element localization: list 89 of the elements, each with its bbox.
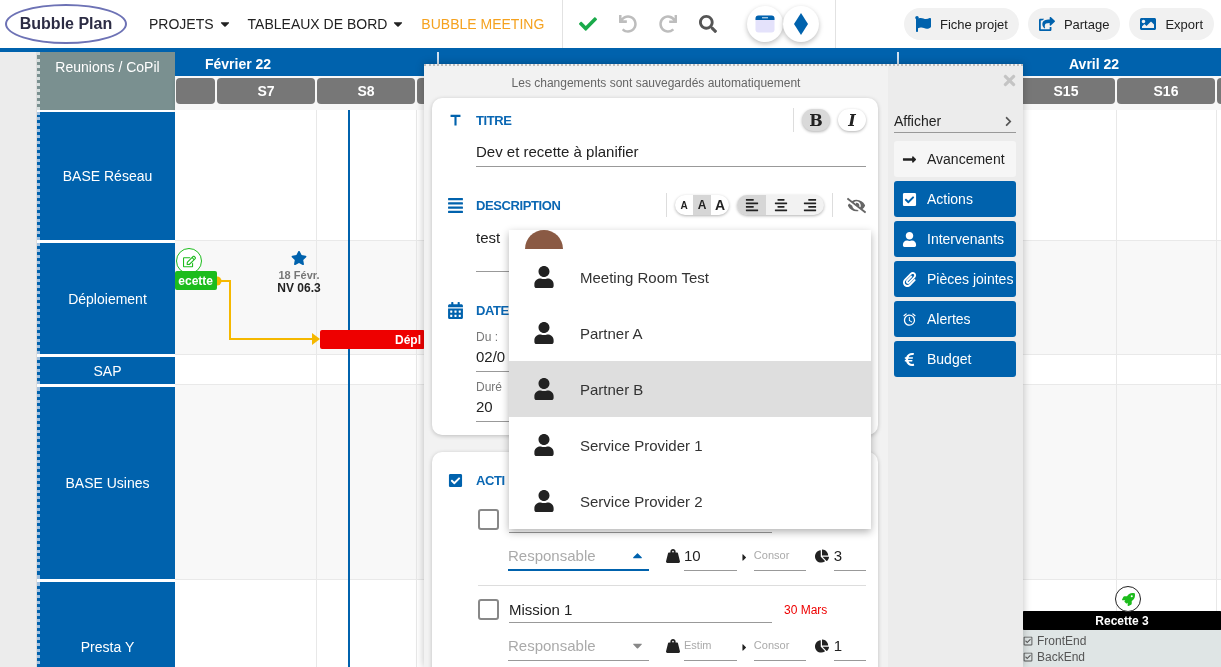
view-toggle-button[interactable] [747, 6, 784, 42]
title-field[interactable]: Dev et recette à planifier [476, 140, 866, 167]
section-heading: ACTI [476, 472, 505, 488]
person-icon [533, 490, 555, 512]
flag-icon [914, 16, 931, 32]
dropdown-option[interactable]: Partner B [509, 361, 871, 417]
autosave-notice: Les changements sont sauvegardés automatiquement [510, 75, 802, 92]
paperclip-icon [902, 271, 917, 287]
euro-icon [902, 351, 917, 367]
app-logo[interactable]: Bubble Plan [5, 4, 127, 44]
section-toggle-button[interactable]: Avancement [894, 141, 1016, 177]
week-header: S8 [317, 78, 415, 104]
row-label: Déploiement [37, 243, 175, 354]
dropdown-option[interactable]: Service Provider 2 [509, 473, 871, 529]
row-label: Presta Y [37, 582, 175, 667]
row-label: BASE Réseau [37, 112, 175, 240]
field-label: Du : [476, 330, 498, 344]
align-left-icon [744, 198, 759, 212]
progress-field[interactable]: 1 [833, 630, 866, 661]
eye-slash-icon[interactable] [847, 195, 866, 215]
person-icon [533, 266, 555, 288]
subtask-label: BackEnd [1037, 650, 1086, 664]
section-toggle-button[interactable]: Pièces jointes [894, 261, 1016, 297]
month-label: Février 22 [205, 56, 272, 72]
font-size-button[interactable]: A [711, 195, 729, 215]
search-icon[interactable] [699, 15, 718, 33]
person-icon [533, 378, 555, 400]
milestone-label: NV 06.3 [277, 281, 321, 295]
dropdown-option[interactable]: Service Provider 1 [509, 417, 871, 473]
toolbar-button[interactable]: Export [1129, 8, 1214, 40]
milestone-date: 18 Févr. [278, 269, 320, 281]
align-right-icon [802, 198, 817, 212]
row-label: SAP [37, 357, 175, 384]
calendar-window-icon [755, 15, 776, 33]
checkbox[interactable] [478, 509, 499, 530]
task-bar[interactable]: Recette 3 [1022, 611, 1221, 630]
share-icon [1038, 16, 1055, 32]
align-button[interactable] [737, 195, 766, 215]
progress-field[interactable]: 3 [833, 540, 866, 571]
nav-menu-item[interactable]: PROJETS [149, 16, 232, 32]
group-header: Reunions / CoPil [37, 52, 175, 110]
task-bar[interactable]: Dépl [320, 330, 425, 349]
section-heading: DESCRIPTION [476, 197, 561, 213]
weight-icon [666, 639, 680, 653]
week-header: S16 [1117, 78, 1215, 104]
row-label: BASE Usines [37, 387, 175, 579]
section-heading: TITRE [476, 112, 512, 128]
view-toggle-button[interactable] [783, 6, 820, 42]
week-header: S7 [217, 78, 315, 104]
calendar-icon [447, 301, 464, 319]
section-toggle-button[interactable]: Budget [894, 341, 1016, 377]
align-center-icon [773, 198, 788, 212]
pie-chart-icon [814, 549, 829, 563]
week-header [176, 78, 215, 104]
toolbar-button[interactable]: Partage [1027, 8, 1121, 40]
checkbox[interactable] [478, 599, 499, 620]
person-icon [533, 322, 555, 344]
section-toggle-button[interactable]: Alertes [894, 301, 1016, 337]
chevron-right-icon [1003, 115, 1014, 127]
action-title-field[interactable]: Mission 1 [509, 596, 772, 623]
diamond-icon [794, 13, 809, 35]
person-icon [902, 231, 917, 247]
display-menu[interactable]: Afficher [894, 110, 1016, 133]
check-icon[interactable] [579, 15, 598, 33]
weight-icon [666, 549, 680, 563]
dropdown-option[interactable]: Partner A [509, 305, 871, 361]
alarm-clock-icon [902, 311, 917, 327]
section-toggle-button[interactable]: Intervenants [894, 221, 1016, 257]
subtask-label: FrontEnd [1037, 634, 1087, 648]
lines-icon [447, 196, 464, 214]
field-label: Duré [476, 380, 502, 394]
image-icon [1140, 16, 1157, 32]
dropdown-option[interactable]: Meeting Room Test [509, 249, 871, 305]
font-size-button[interactable]: A [693, 195, 711, 215]
nav-menu-item[interactable]: TABLEAUX DE BORD [247, 16, 406, 32]
person-icon [533, 434, 555, 456]
month-label: Avril 22 [1069, 56, 1120, 72]
font-size-button[interactable]: A [675, 195, 693, 215]
pie-chart-icon [814, 639, 829, 653]
estimate-field[interactable]: 10 [684, 540, 737, 571]
toolbar-button[interactable]: Fiche projet [903, 8, 1019, 40]
due-date: 30 Mars [784, 602, 828, 617]
section-toggle-button[interactable]: Actions [894, 181, 1016, 217]
italic-button[interactable]: I [838, 109, 866, 131]
section-heading: DATE [476, 302, 509, 318]
dropdown-option[interactable] [509, 230, 871, 249]
bold-button[interactable]: B [802, 109, 830, 131]
checkbox-icon [902, 191, 917, 207]
star-icon [291, 250, 307, 266]
